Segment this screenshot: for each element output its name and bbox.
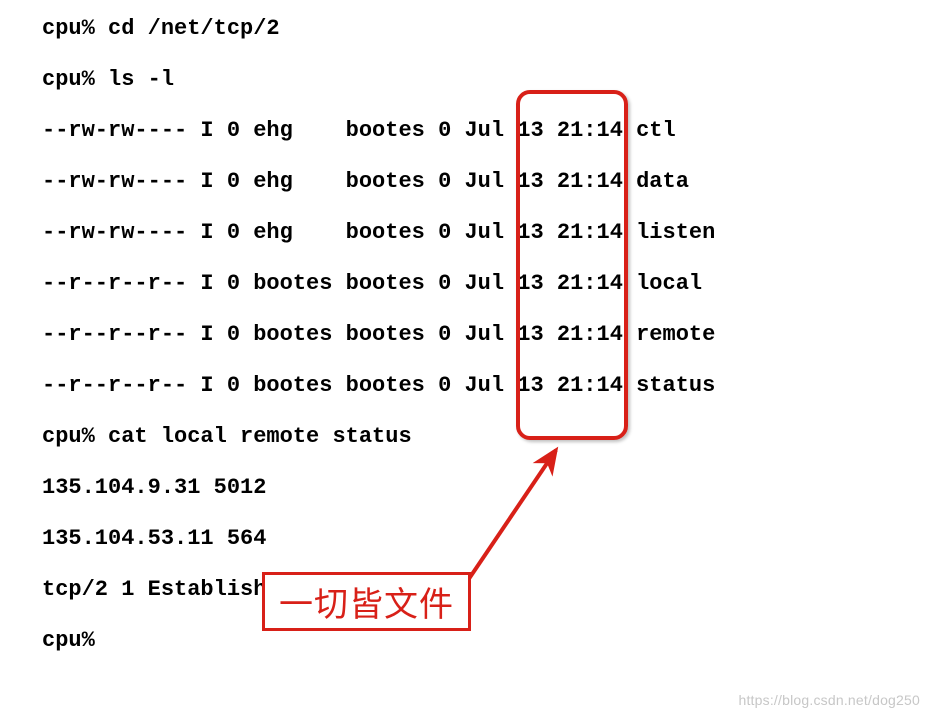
- terminal-line: 135.104.9.31 5012: [42, 477, 940, 499]
- terminal-line: --r--r--r-- I 0 bootes bootes 0 Jul 13 2…: [42, 324, 940, 346]
- terminal-line: --rw-rw---- I 0 ehg bootes 0 Jul 13 21:1…: [42, 171, 940, 193]
- terminal-line: --r--r--r-- I 0 bootes bootes 0 Jul 13 2…: [42, 273, 940, 295]
- terminal-output: cpu% cd /net/tcp/2 cpu% ls -l --rw-rw---…: [42, 18, 940, 652]
- terminal-line: --rw-rw---- I 0 ehg bootes 0 Jul 13 21:1…: [42, 120, 940, 142]
- terminal-line: cpu% ls -l: [42, 69, 940, 91]
- terminal-line: --rw-rw---- I 0 ehg bootes 0 Jul 13 21:1…: [42, 222, 940, 244]
- terminal-line: 135.104.53.11 564: [42, 528, 940, 550]
- annotation-label: 一切皆文件: [262, 572, 471, 631]
- terminal-line: cpu% cat local remote status: [42, 426, 940, 448]
- terminal-line: tcp/2 1 Established connect: [42, 579, 940, 601]
- terminal-line: --r--r--r-- I 0 bootes bootes 0 Jul 13 2…: [42, 375, 940, 397]
- watermark-text: https://blog.csdn.net/dog250: [738, 692, 920, 708]
- terminal-line: cpu%: [42, 630, 940, 652]
- terminal-line: cpu% cd /net/tcp/2: [42, 18, 940, 40]
